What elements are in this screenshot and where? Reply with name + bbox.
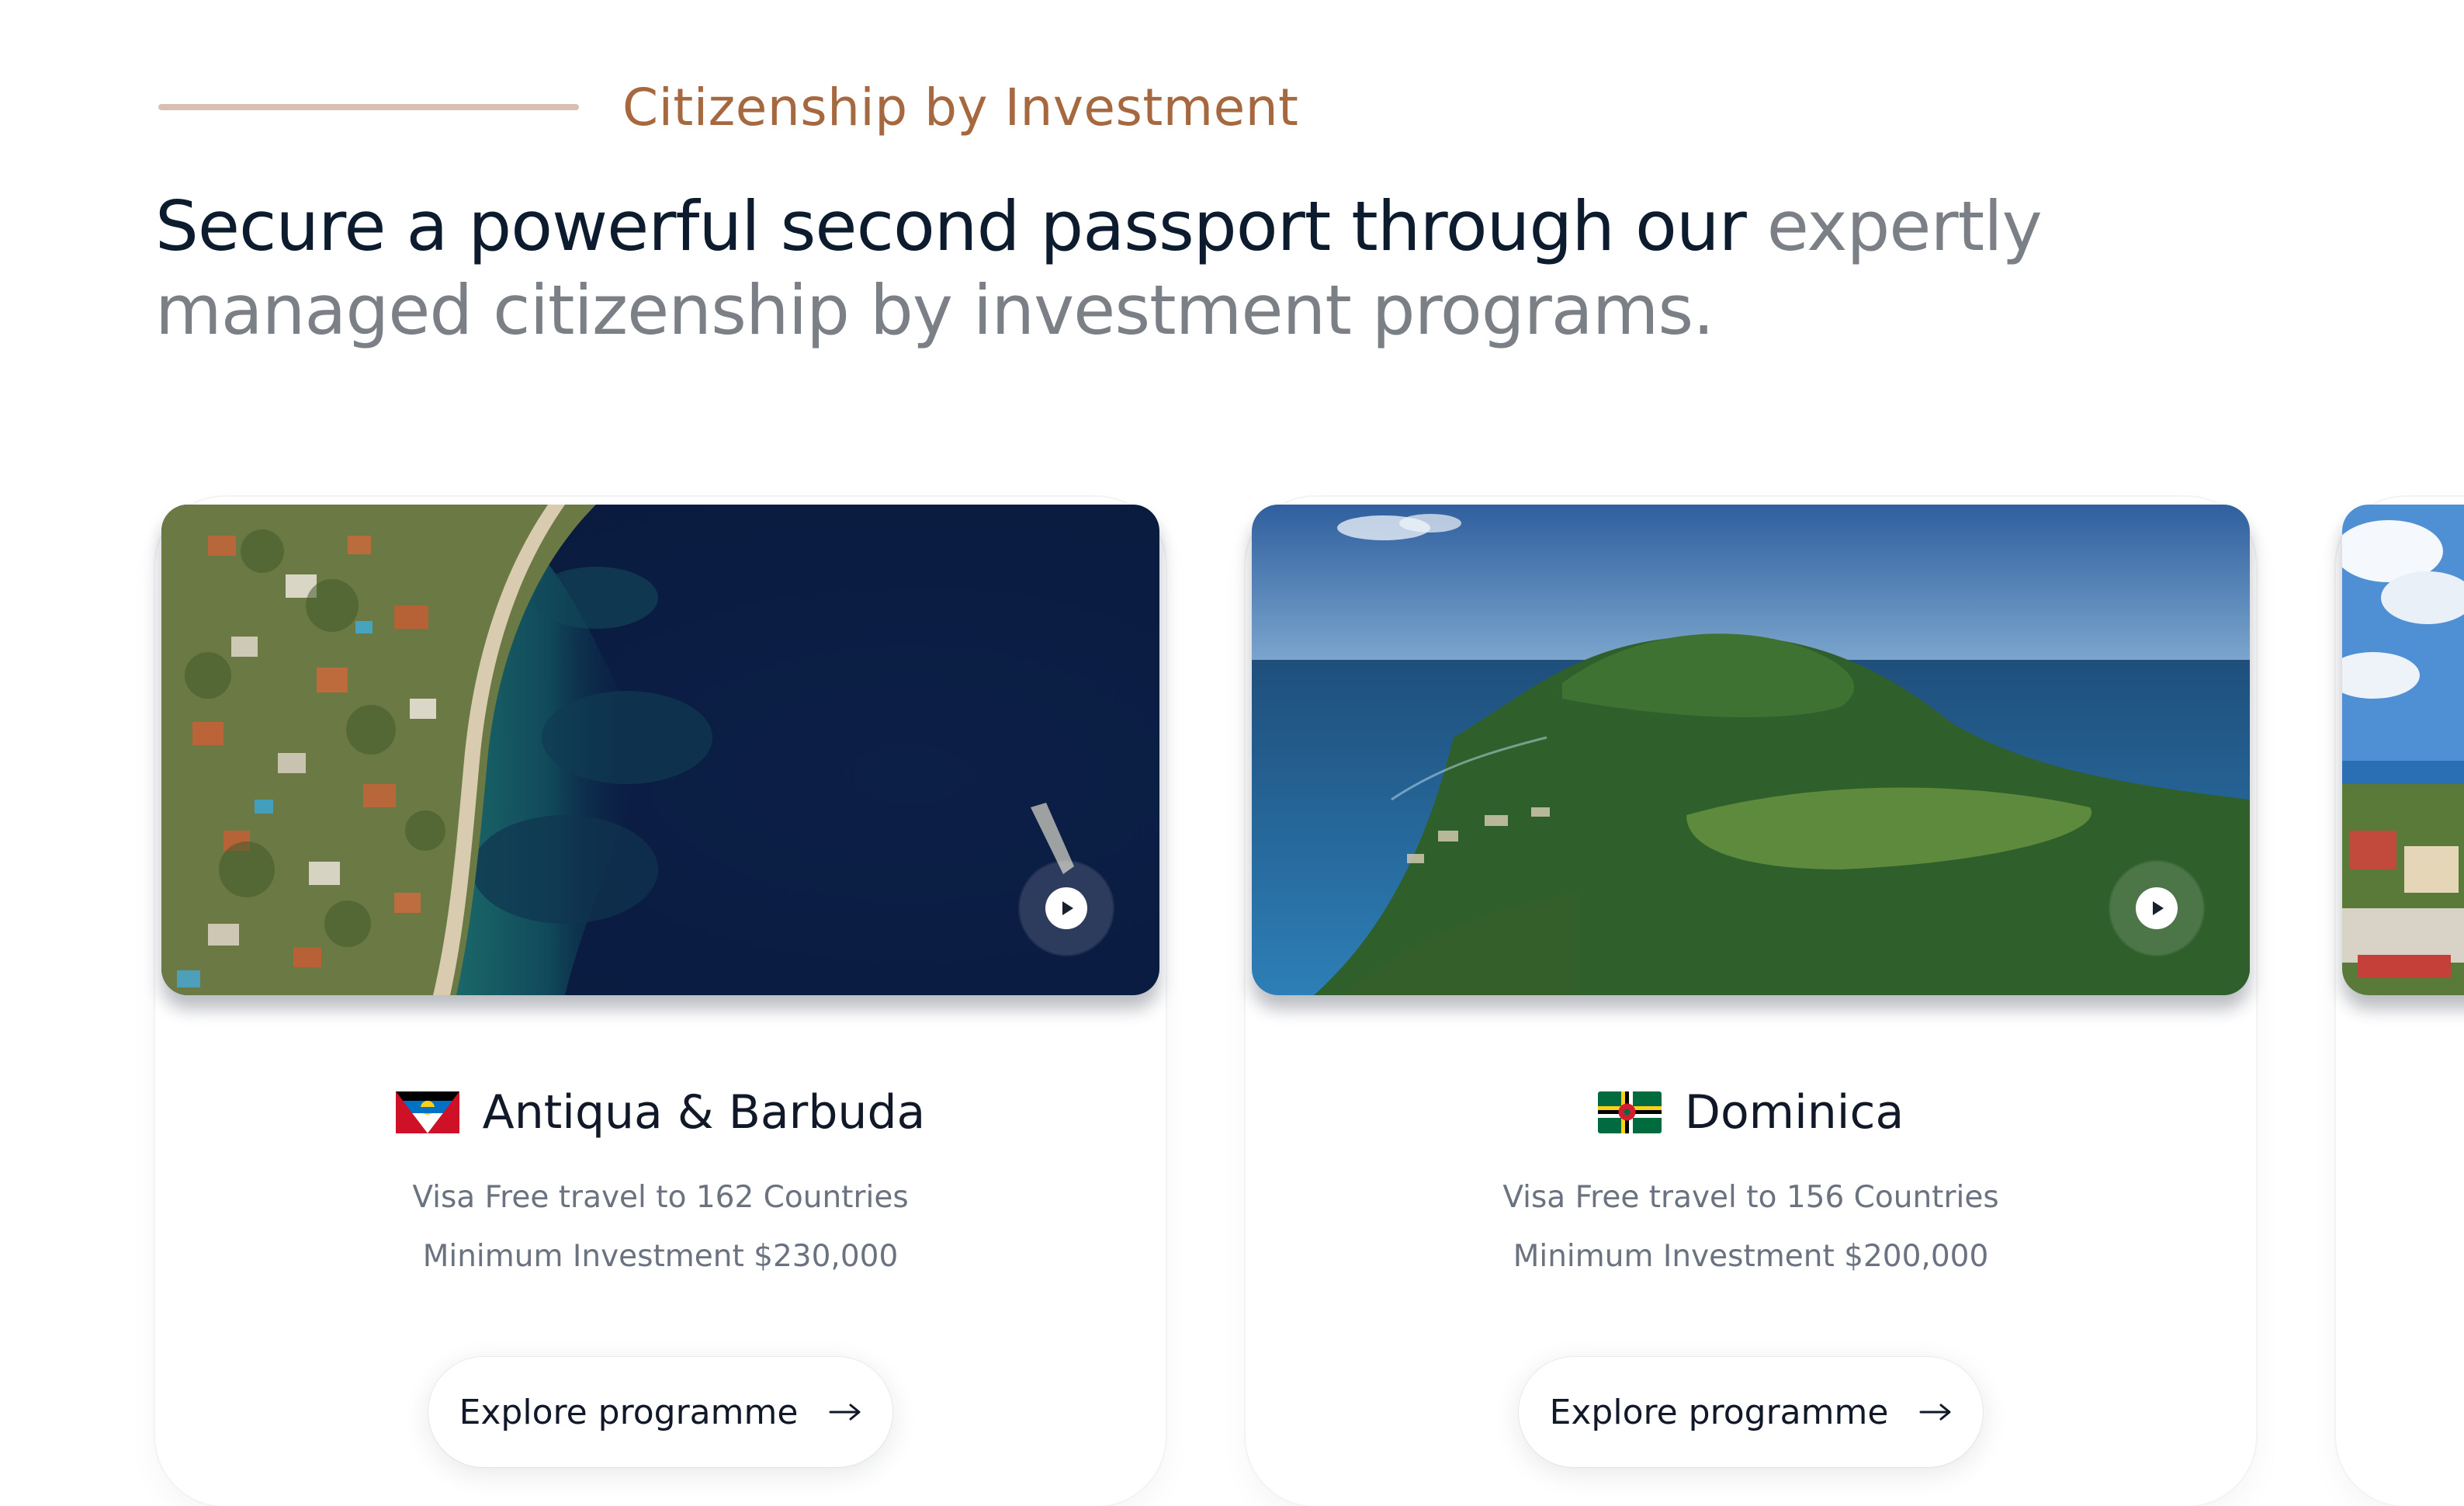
- section-eyebrow: Citizenship by Investment: [158, 75, 1298, 140]
- arrow-right-icon: [829, 1404, 861, 1421]
- green-peninsula-photo: [1252, 505, 2250, 995]
- card-image-antigua[interactable]: [161, 505, 1159, 995]
- play-icon: [2136, 887, 2178, 929]
- explore-programme-button[interactable]: Explore programme: [428, 1357, 892, 1467]
- explore-programme-button[interactable]: Explore programme: [1519, 1357, 1983, 1467]
- antigua-barbuda-flag-icon: [395, 1091, 459, 1133]
- play-video-button[interactable]: [1020, 862, 1113, 955]
- minimum-investment-stat: Minimum Investment $230,000: [422, 1239, 899, 1274]
- card-image-dominica[interactable]: [1252, 505, 2250, 995]
- program-card-partial: [2336, 497, 2464, 1506]
- play-video-button[interactable]: [2110, 862, 2203, 955]
- eyebrow-label: Citizenship by Investment: [622, 77, 1299, 137]
- program-card-dominica: Dominica Visa Free travel to 156 Countri…: [1246, 497, 2256, 1506]
- eyebrow-divider: [158, 104, 579, 110]
- country-heading: Antiqua & Barbuda: [155, 1077, 1166, 1147]
- aerial-coastline-photo: [161, 505, 1159, 995]
- harbor-town-photo: [2342, 505, 2464, 995]
- play-icon: [1045, 887, 1087, 929]
- explore-programme-label: Explore programme: [1549, 1392, 1889, 1432]
- visa-free-stat: Visa Free travel to 162 Countries: [412, 1180, 909, 1215]
- card-image-partial[interactable]: [2342, 505, 2464, 995]
- visa-free-stat: Visa Free travel to 156 Countries: [1502, 1180, 1999, 1215]
- country-name: Dominica: [1684, 1085, 1904, 1140]
- dominica-flag-icon: [1597, 1091, 1662, 1133]
- explore-programme-label: Explore programme: [459, 1392, 799, 1432]
- country-name: Antiqua & Barbuda: [482, 1085, 926, 1140]
- page: Citizenship by Investment Secure a power…: [0, 0, 2464, 1506]
- section-headline: Secure a powerful second passport throug…: [155, 185, 2111, 352]
- arrow-right-icon: [1919, 1404, 1951, 1421]
- headline-strong-text: Secure a powerful second passport throug…: [155, 186, 1747, 266]
- program-card-antigua: Antiqua & Barbuda Visa Free travel to 16…: [155, 497, 1166, 1506]
- country-heading: Dominica: [1246, 1077, 2256, 1147]
- minimum-investment-stat: Minimum Investment $200,000: [1513, 1239, 1989, 1274]
